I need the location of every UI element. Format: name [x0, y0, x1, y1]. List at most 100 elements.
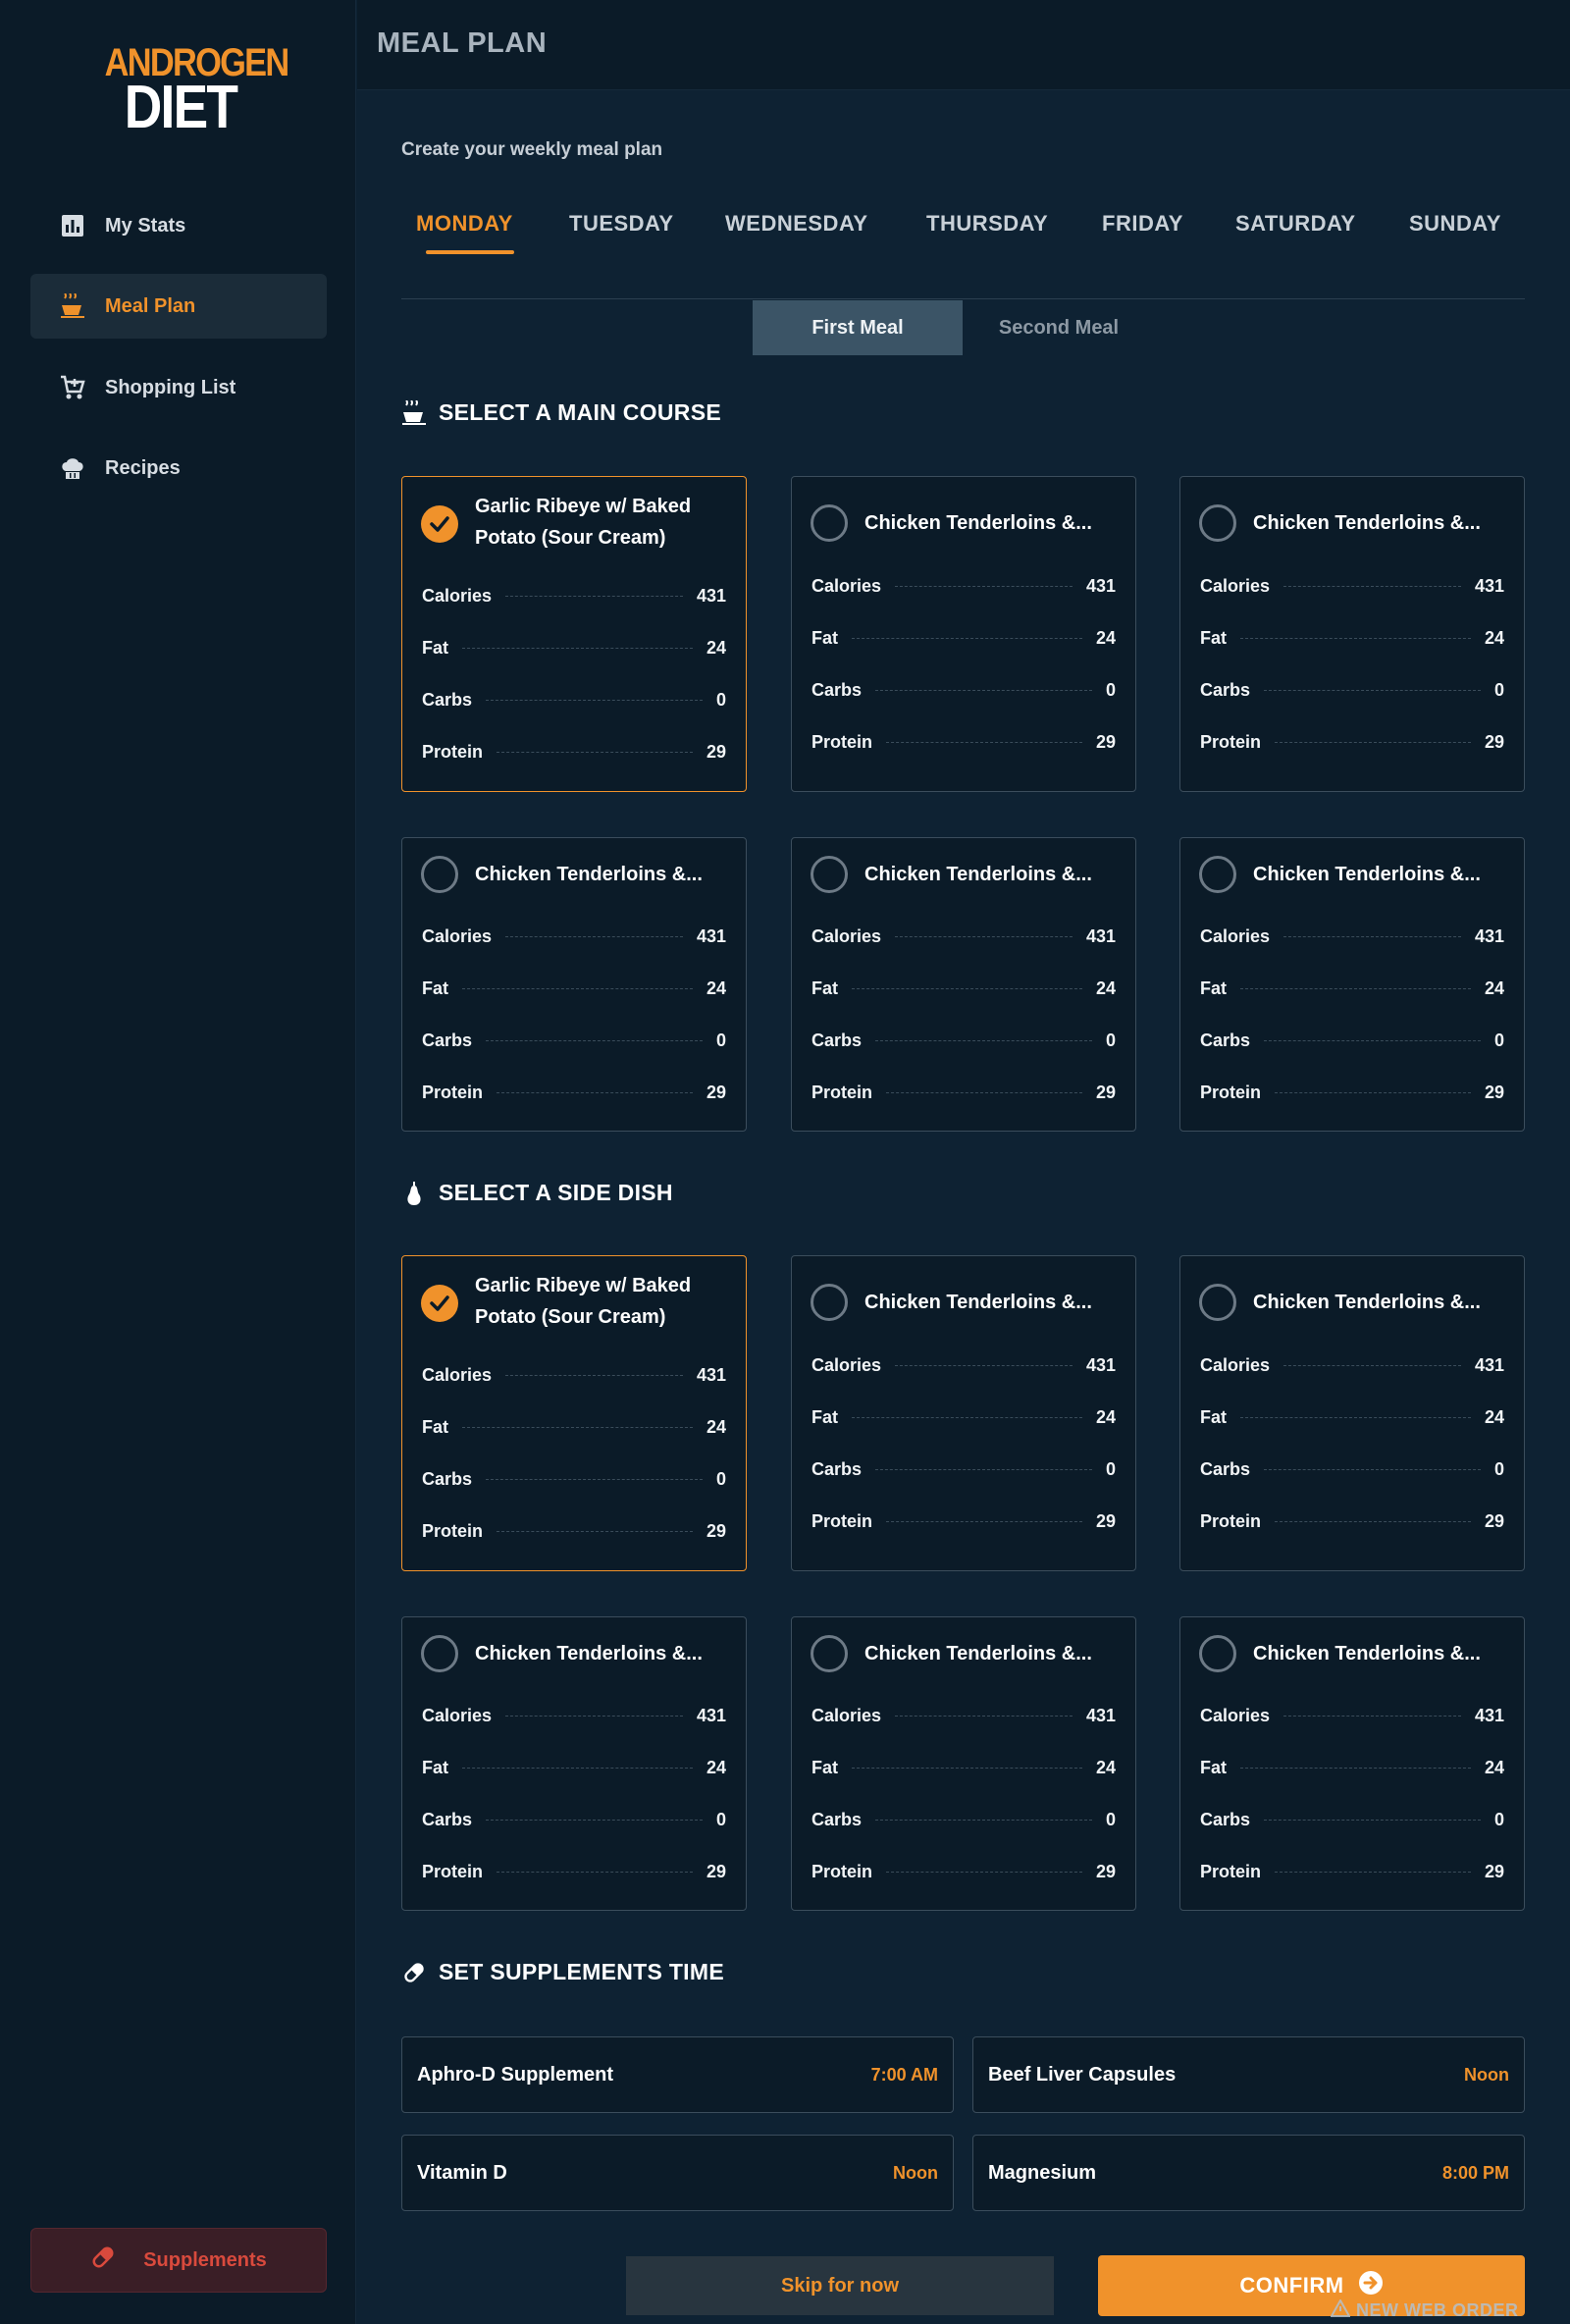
nutrition-label: Calories [811, 1354, 882, 1375]
radio-button[interactable] [421, 856, 458, 893]
dotted-leader [497, 1871, 693, 1873]
meal-title: Garlic Ribeye w/ Baked Potato (Sour Cream… [475, 491, 691, 554]
radio-button[interactable] [421, 1635, 458, 1672]
nutrition-label: Fat [811, 1406, 838, 1427]
nutrition-row: Calories 431 [422, 924, 726, 948]
nutrition-value: 24 [1095, 977, 1116, 998]
tab-saturday[interactable]: SATURDAY [1235, 211, 1356, 237]
sidebar-item-shopping-list[interactable]: Shopping List [30, 355, 327, 420]
confirm-label: CONFIRM [1239, 2273, 1344, 2298]
nutrition-value: 0 [1105, 1809, 1116, 1829]
supplements-button[interactable]: Supplements [30, 2228, 327, 2293]
checkmark-icon[interactable] [421, 505, 458, 543]
nutrition-label: Protein [422, 1861, 484, 1881]
radio-button[interactable] [1199, 1284, 1236, 1321]
nutrition-row: Protein 29 [1200, 1509, 1504, 1533]
nutrition-label: Calories [811, 925, 882, 946]
sidebar-item-my-stats[interactable]: My Stats [30, 193, 327, 258]
meal-card[interactable]: Chicken Tenderloins &... Calories 431 Fat 24… [1179, 1255, 1525, 1571]
nutrition-row: Calories 431 [422, 1363, 726, 1387]
supplement-time[interactable]: 7:00 AM [871, 2065, 938, 2086]
meal-card[interactable]: Chicken Tenderloins &... Calories 431 Fat 24… [1179, 1616, 1525, 1911]
supplement-row[interactable]: Magnesium 8:00 PM [972, 2135, 1525, 2211]
nutrition-label: Protein [1200, 731, 1262, 752]
meal-card[interactable]: Chicken Tenderloins &... Calories 431 Fat 24… [791, 837, 1136, 1132]
second-meal-button[interactable]: Second Meal [963, 300, 1155, 355]
supplement-row[interactable]: Vitamin D Noon [401, 2135, 954, 2211]
meal-card[interactable]: Chicken Tenderloins &... Calories 431 Fat 24… [1179, 837, 1525, 1132]
radio-button[interactable] [811, 1284, 848, 1321]
nutrition-value: 0 [1493, 1458, 1504, 1479]
header: MEAL PLAN [357, 0, 1570, 90]
meal-title-line: Garlic Ribeye w/ Baked [475, 1275, 692, 1296]
nutrition-label: Calories [811, 575, 882, 596]
nutrition-label: Fat [422, 977, 448, 998]
nutrition-value: 29 [1095, 1082, 1116, 1102]
nutrition-row: Calories 431 [811, 1353, 1116, 1377]
meal-card[interactable]: Chicken Tenderloins &... Calories 431 Fat 24… [1179, 476, 1525, 792]
nutrition-label: Carbs [1200, 1030, 1251, 1050]
main-course-heading: SELECT A MAIN COURSE [401, 399, 721, 426]
checkmark-icon[interactable] [421, 1285, 458, 1322]
nutrition-label: Protein [422, 1520, 484, 1541]
nutrition-value: 29 [1095, 1510, 1116, 1531]
dotted-leader [505, 1715, 683, 1717]
sidebar-item-meal-plan[interactable]: Meal Plan [30, 274, 327, 339]
radio-button[interactable] [811, 1635, 848, 1672]
nutrition-label: Calories [422, 585, 493, 606]
meal-card[interactable]: Chicken Tenderloins &... Calories 431 Fat 24… [401, 1616, 747, 1911]
meal-card[interactable]: Chicken Tenderloins &... Calories 431 Fat 24… [791, 476, 1136, 792]
nutrition-row: Calories 431 [422, 584, 726, 607]
sidebar-item-recipes[interactable]: Recipes [30, 436, 327, 501]
nutrition-label: Protein [811, 1082, 873, 1102]
nutrition-row: Fat 24 [422, 636, 726, 660]
first-meal-button[interactable]: First Meal [753, 300, 963, 355]
nutrition-label: Calories [422, 925, 493, 946]
meal-card[interactable]: Chicken Tenderloins &... Calories 431 Fat 24… [791, 1616, 1136, 1911]
radio-button[interactable] [1199, 856, 1236, 893]
nutrition-row: Carbs 0 [422, 1808, 726, 1831]
tab-wednesday[interactable]: WEDNESDAY [725, 211, 868, 237]
radio-button[interactable] [811, 504, 848, 542]
skip-button[interactable]: Skip for now [626, 2256, 1054, 2315]
meal-card[interactable]: Garlic Ribeye w/ Baked Potato (Sour Cream… [401, 1255, 747, 1571]
nutrition-label: Fat [1200, 1406, 1227, 1427]
radio-button[interactable] [1199, 1635, 1236, 1672]
nutrition-label: Protein [811, 731, 873, 752]
tab-thursday[interactable]: THURSDAY [926, 211, 1048, 237]
supplement-name: Vitamin D [417, 2161, 507, 2184]
pill-icon [401, 1960, 427, 1985]
pill-icon [90, 2245, 116, 2276]
radio-button[interactable] [1199, 504, 1236, 542]
supplement-row[interactable]: Aphro-D Supplement 7:00 AM [401, 2036, 954, 2113]
nutrition-value: 24 [1484, 627, 1504, 648]
supplement-time[interactable]: Noon [1464, 2065, 1509, 2086]
tab-tuesday[interactable]: TUESDAY [569, 211, 674, 237]
dotted-leader [852, 1767, 1082, 1769]
supplement-time[interactable]: 8:00 PM [1442, 2163, 1509, 2184]
radio-button[interactable] [811, 856, 848, 893]
meal-card[interactable]: Garlic Ribeye w/ Baked Potato (Sour Cream… [401, 476, 747, 792]
meal-card[interactable]: Chicken Tenderloins &... Calories 431 Fat 24… [401, 837, 747, 1132]
logo[interactable]: ANDROGEN DIET [92, 43, 290, 138]
supplement-row[interactable]: Beef Liver Capsules Noon [972, 2036, 1525, 2113]
nutrition-label: Carbs [1200, 1809, 1251, 1829]
meal-card[interactable]: Chicken Tenderloins &... Calories 431 Fat 24… [791, 1255, 1136, 1571]
nutrition-value: 29 [706, 1082, 726, 1102]
supplement-time[interactable]: Noon [893, 2163, 938, 2184]
dotted-leader [852, 637, 1082, 639]
tab-friday[interactable]: FRIDAY [1102, 211, 1183, 237]
nutrition-label: Calories [811, 1705, 882, 1725]
nutrition-value: 29 [1484, 1082, 1504, 1102]
meal-title: Chicken Tenderloins &... [1253, 1643, 1481, 1664]
tab-monday[interactable]: MONDAY [416, 211, 513, 237]
dotted-leader [497, 751, 693, 753]
nutrition-row: Fat 24 [811, 1756, 1116, 1779]
nutrition-row: Carbs 0 [1200, 1457, 1504, 1481]
dotted-leader [1240, 637, 1471, 639]
tab-sunday[interactable]: SUNDAY [1409, 211, 1501, 237]
meal-title-line: Garlic Ribeye w/ Baked [475, 496, 692, 517]
dotted-leader [1240, 1416, 1471, 1418]
nutrition-label: Carbs [811, 1030, 863, 1050]
supplement-name: Beef Liver Capsules [988, 2063, 1177, 2086]
